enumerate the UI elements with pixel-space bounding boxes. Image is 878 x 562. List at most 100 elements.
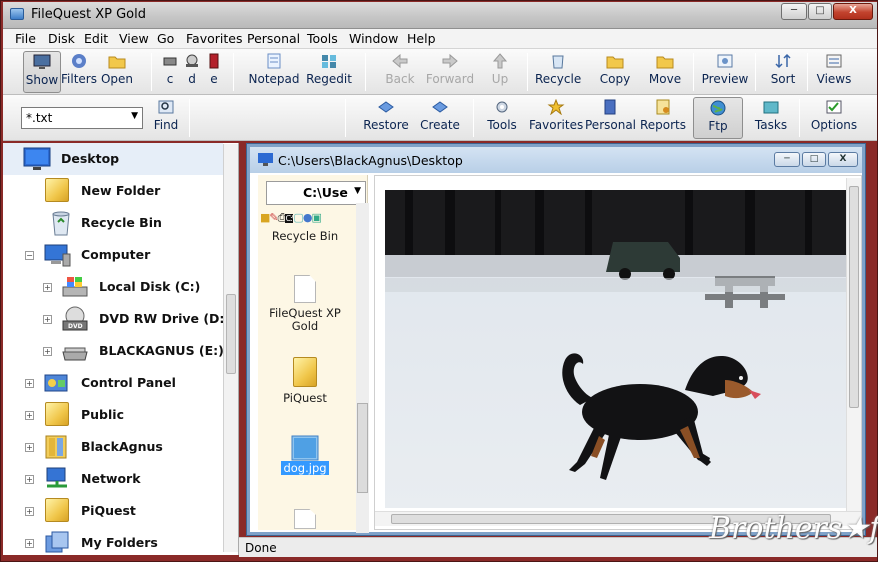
menu-go[interactable]: Go [157,31,174,46]
tree-item-control-panel[interactable]: + Control Panel [3,367,223,399]
menu-disk[interactable]: Disk [48,31,75,46]
back-button[interactable]: Back [381,51,419,93]
tree-item-removable-drive[interactable]: + BLACKAGNUS (E:) [3,335,224,367]
file-filter-combobox[interactable]: *.txt ▼ [21,107,143,129]
personal-button[interactable]: Personal [585,97,636,139]
tasks-button[interactable]: Tasks [751,97,791,139]
copy-label: Copy [599,72,631,86]
preview-button[interactable]: Preview [701,51,749,93]
open-button[interactable]: Open [99,51,135,93]
child-minimize-button[interactable]: ─ [774,152,800,167]
explorer-child-window: C:\Users\BlackAgnus\Desktop ─ □ X C:\Use… [247,144,865,535]
regedit-button[interactable]: Regedit [305,51,353,93]
preview-vertical-scrollbar[interactable] [846,178,861,511]
tree-label: BLACKAGNUS (E:) [99,343,224,358]
reports-button[interactable]: Reports [639,97,687,139]
edit-icon[interactable]: ✎ [269,211,278,224]
monitor-icon [33,54,51,69]
tree-item-recycle-bin[interactable]: Recycle Bin [3,207,223,239]
expand-icon[interactable]: + [43,283,52,292]
file-item-filequest[interactable]: FileQuest XP Gold [258,275,352,333]
tree-item-blackagnus[interactable]: + BlackAgnus [3,431,223,463]
mini-toolbar[interactable]: ■✎⎙C:\▢●▣ [260,211,364,225]
filters-button[interactable]: Filters [61,51,97,93]
find-button[interactable]: Find [147,97,185,139]
child-maximize-button[interactable]: □ [802,152,826,167]
reports-label: Reports [639,118,687,132]
file-list-scrollbar[interactable] [356,203,369,533]
tools-label: Tools [487,118,517,132]
expand-icon[interactable]: + [25,411,34,420]
file-item-recycle-bin[interactable]: Recycle Bin [258,229,352,243]
tree-item-dvd-drive[interactable]: + DVD DVD RW Drive (D:) [3,303,230,335]
chevron-down-icon[interactable]: ▼ [131,111,138,121]
scrollbar-thumb[interactable] [357,403,368,493]
menu-favorites[interactable]: Favorites [186,31,242,46]
menu-window[interactable]: Window [349,31,398,46]
network-icon[interactable]: ▣ [311,211,321,224]
tree-item-network[interactable]: + Network [3,463,223,495]
file-list-pane: C:\Use ▼ ■✎⎙C:\▢●▣ Recycle Bin FileQuest… [258,175,369,533]
restore-button[interactable]: Restore [361,97,411,139]
tree-item-new-folder[interactable]: New Folder [3,175,223,207]
open-folder-icon[interactable]: ■ [260,211,270,224]
menu-tools[interactable]: Tools [307,31,338,46]
tree-item-my-folders[interactable]: + My Folders [3,527,223,559]
folder-icon [45,498,69,522]
file-item-piquest[interactable]: PiQuest [258,357,352,405]
file-item-dog-jpg[interactable]: dog.jpg [258,435,352,475]
favorites-button[interactable]: Favorites [529,97,583,139]
copy-button[interactable]: Copy [595,51,635,93]
expand-icon[interactable]: + [25,507,34,516]
scrollbar-thumb[interactable] [226,294,236,374]
drive-d-button[interactable]: d [182,51,202,93]
drive-c-button[interactable]: c [160,51,180,93]
expand-icon[interactable]: + [43,347,52,356]
collapse-icon[interactable]: − [25,251,34,260]
options-button[interactable]: Options [809,97,859,139]
sort-button[interactable]: Sort [765,51,801,93]
photo-icon[interactable]: ▢ [293,211,303,224]
forward-label: Forward [425,72,475,86]
tree-item-local-disk[interactable]: + Local Disk (C:) [3,271,223,303]
menu-edit[interactable]: Edit [84,31,108,46]
title-bar[interactable]: FileQuest XP Gold ─ □ X [3,2,877,29]
tree-item-piquest[interactable]: + PiQuest [3,495,223,527]
maximize-button[interactable]: □ [808,3,832,20]
menu-file[interactable]: File [15,31,36,46]
close-button[interactable]: X [833,3,873,20]
minimize-button[interactable]: ─ [781,3,807,20]
ftp-button[interactable]: Ftp [693,97,743,139]
expand-icon[interactable]: + [25,379,34,388]
child-close-button[interactable]: X [828,152,858,167]
drive-e-button[interactable]: e [204,51,224,93]
notepad-button[interactable]: Notepad [247,51,301,93]
menu-personal[interactable]: Personal [247,31,300,46]
folder-icon [45,178,69,202]
tree-item-computer[interactable]: − Computer [3,239,223,271]
tree-item-desktop[interactable]: Desktop [3,143,223,175]
menu-help[interactable]: Help [407,31,436,46]
notepad-label: Notepad [248,72,300,86]
up-button[interactable]: Up [483,51,517,93]
child-window-title: C:\Users\BlackAgnus\Desktop [278,153,463,168]
tree-scrollbar[interactable] [223,144,238,552]
chevron-down-icon[interactable]: ▼ [354,186,361,196]
child-title-bar[interactable]: C:\Users\BlackAgnus\Desktop ─ □ X [250,147,862,173]
create-button[interactable]: Create [417,97,463,139]
menu-view[interactable]: View [119,31,149,46]
up-label: Up [491,72,509,86]
expand-icon[interactable]: + [25,443,34,452]
move-button[interactable]: Move [645,51,685,93]
drive-selector[interactable]: C:\Use ▼ [266,181,366,205]
expand-icon[interactable]: + [25,475,34,484]
tree-item-public[interactable]: + Public [3,399,223,431]
tools-button[interactable]: Tools [483,97,521,139]
recycle-button[interactable]: Recycle [535,51,581,93]
expand-icon[interactable]: + [25,539,34,548]
forward-button[interactable]: Forward [425,51,475,93]
scrollbar-thumb[interactable] [849,186,859,408]
show-button[interactable]: Show [23,51,61,93]
expand-icon[interactable]: + [43,315,52,324]
views-button[interactable]: Views [815,51,853,93]
